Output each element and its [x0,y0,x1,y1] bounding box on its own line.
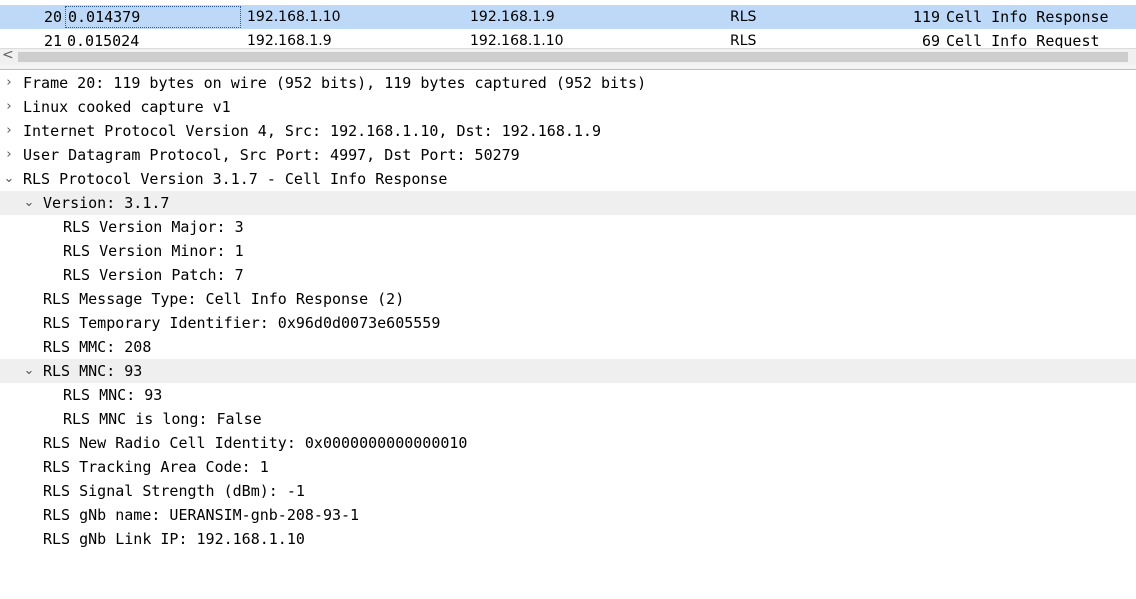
tree-item-label: User Datagram Protocol, Src Port: 4997, … [23,146,520,164]
tree-item-label: RLS MNC is long: False [63,410,262,428]
chevron-right-icon[interactable]: › [2,119,16,143]
packet-protocol: RLS [730,9,757,25]
tree-item-label: RLS Version Patch: 7 [63,266,244,284]
tree-item-label: RLS New Radio Cell Identity: 0x000000000… [43,434,468,452]
tree-item-label: RLS gNb name: UERANSIM-gnb-208-93-1 [43,506,360,524]
scroll-left-icon[interactable]: < [2,47,14,63]
packet-protocol: RLS [730,33,757,48]
packet-details-tree: › Frame 20: 119 bytes on wire (952 bits)… [0,71,1136,551]
packet-time: 0.014379 [65,6,241,28]
tree-item-label: RLS Temporary Identifier: 0x96d0d0073e60… [43,314,441,332]
tree-item-mnc[interactable]: RLS MNC: 93 [0,383,1136,407]
scrollbar-thumb[interactable] [18,52,1128,62]
tree-item-frame[interactable]: › Frame 20: 119 bytes on wire (952 bits)… [0,71,1136,95]
packet-row-21[interactable]: 21 0.015024 192.168.1.9 192.168.1.10 RLS… [0,29,1136,48]
tree-item-label: RLS gNb Link IP: 192.168.1.10 [43,530,305,548]
tree-item-linux-cooked[interactable]: › Linux cooked capture v1 [0,95,1136,119]
packet-number: 20 [43,8,62,26]
chevron-right-icon[interactable]: › [2,71,16,95]
tree-item-label: Linux cooked capture v1 [23,98,231,116]
tree-item-mmc[interactable]: RLS MMC: 208 [0,335,1136,359]
packet-info: Cell Info Response [946,8,1109,26]
tree-item-label: RLS Message Type: Cell Info Response (2) [43,290,405,308]
tree-item-label: RLS MMC: 208 [43,338,152,356]
tree-item-label: Frame 20: 119 bytes on wire (952 bits), … [23,74,647,92]
tree-item-tac[interactable]: RLS Tracking Area Code: 1 [0,455,1136,479]
packet-destination: 192.168.1.10 [470,33,564,48]
tree-item-mnc-group[interactable]: ⌄ RLS MNC: 93 [0,359,1136,383]
packet-time: 0.015024 [67,32,140,48]
tree-item-label: RLS Version Major: 3 [63,218,244,236]
chevron-down-icon[interactable]: ⌄ [22,359,36,383]
chevron-right-icon[interactable]: › [2,143,16,167]
packet-length: 69 [921,32,940,48]
tree-item-label: RLS Signal Strength (dBm): -1 [43,482,305,500]
chevron-right-icon[interactable]: › [2,95,16,119]
tree-item-label: RLS Tracking Area Code: 1 [43,458,269,476]
tree-item-version-patch[interactable]: RLS Version Patch: 7 [0,263,1136,287]
packet-row-20[interactable]: 20 0.014379 192.168.1.10 192.168.1.9 RLS… [0,5,1136,29]
tree-item-signal-strength[interactable]: RLS Signal Strength (dBm): -1 [0,479,1136,503]
tree-item-version[interactable]: ⌄ Version: 3.1.7 [0,191,1136,215]
tree-item-nr-cell-id[interactable]: RLS New Radio Cell Identity: 0x000000000… [0,431,1136,455]
tree-item-label: Version: 3.1.7 [43,194,170,212]
tree-item-label: RLS Version Minor: 1 [63,242,244,260]
packet-source: 192.168.1.9 [247,33,332,48]
chevron-down-icon[interactable]: ⌄ [2,167,16,191]
tree-item-message-type[interactable]: RLS Message Type: Cell Info Response (2) [0,287,1136,311]
packet-number: 21 [43,32,62,48]
packet-info: Cell Info Request [946,32,1100,48]
tree-item-label: RLS Protocol Version 3.1.7 - Cell Info R… [23,170,448,188]
packet-length: 119 [912,8,940,26]
tree-item-gnb-link-ip[interactable]: RLS gNb Link IP: 192.168.1.10 [0,527,1136,551]
packet-destination: 192.168.1.9 [470,9,555,25]
tree-item-udp[interactable]: › User Datagram Protocol, Src Port: 4997… [0,143,1136,167]
tree-item-gnb-name[interactable]: RLS gNb name: UERANSIM-gnb-208-93-1 [0,503,1136,527]
pane-splitter[interactable] [0,65,1136,70]
tree-item-ipv4[interactable]: › Internet Protocol Version 4, Src: 192.… [0,119,1136,143]
tree-item-temp-id[interactable]: RLS Temporary Identifier: 0x96d0d0073e60… [0,311,1136,335]
tree-item-mnc-long[interactable]: RLS MNC is long: False [0,407,1136,431]
chevron-down-icon[interactable]: ⌄ [22,191,36,215]
tree-item-version-minor[interactable]: RLS Version Minor: 1 [0,239,1136,263]
tree-item-label: Internet Protocol Version 4, Src: 192.16… [23,122,601,140]
packet-list: 20 0.014379 192.168.1.10 192.168.1.9 RLS… [0,0,1136,48]
tree-item-label: RLS MNC: 93 [63,386,163,404]
tree-item-version-major[interactable]: RLS Version Major: 3 [0,215,1136,239]
tree-item-label: RLS MNC: 93 [43,362,143,380]
tree-item-rls[interactable]: ⌄ RLS Protocol Version 3.1.7 - Cell Info… [0,167,1136,191]
packet-source: 192.168.1.10 [247,9,341,25]
horizontal-scrollbar[interactable]: < [0,47,1136,65]
